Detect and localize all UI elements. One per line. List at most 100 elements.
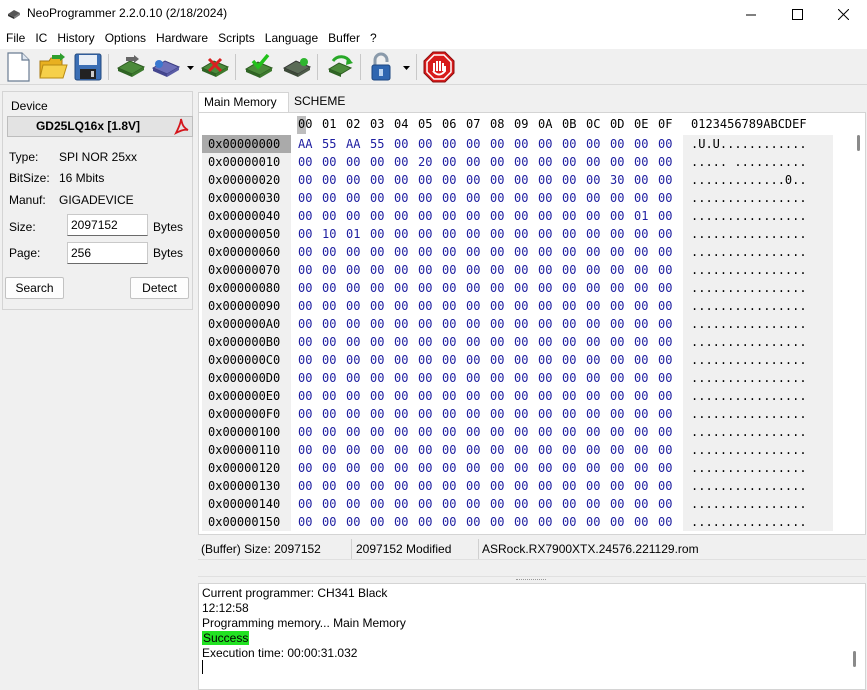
hex-byte[interactable]: 00 [538, 297, 552, 315]
write-options-dropdown[interactable] [186, 63, 195, 73]
hex-byte[interactable]: 00 [466, 351, 480, 369]
new-file-button[interactable] [2, 51, 34, 83]
hex-byte[interactable]: 00 [634, 387, 648, 405]
hex-byte[interactable]: 00 [322, 441, 336, 459]
hex-byte[interactable]: 00 [658, 153, 672, 171]
hex-byte[interactable]: 00 [658, 135, 672, 153]
hex-byte[interactable]: 00 [514, 135, 528, 153]
hex-byte[interactable]: 00 [418, 243, 432, 261]
close-button[interactable] [820, 0, 866, 28]
hex-byte[interactable]: 00 [634, 243, 648, 261]
hex-byte[interactable]: 00 [658, 423, 672, 441]
hex-byte[interactable]: 00 [346, 369, 360, 387]
hex-byte[interactable]: 00 [538, 459, 552, 477]
hex-byte[interactable]: 00 [514, 351, 528, 369]
hex-byte[interactable]: 00 [586, 513, 600, 531]
hex-byte[interactable]: 55 [370, 135, 384, 153]
hex-byte[interactable]: 00 [658, 315, 672, 333]
hex-byte[interactable]: 00 [466, 387, 480, 405]
hex-byte[interactable]: 00 [346, 459, 360, 477]
hex-byte[interactable]: 00 [514, 153, 528, 171]
hex-byte[interactable]: 00 [466, 297, 480, 315]
hex-row[interactable]: 0x00000120 00 00 00 00 00 00 00 00 00 00 00 00 00 00 00… [199, 459, 865, 477]
hex-byte[interactable]: 00 [370, 153, 384, 171]
hex-byte[interactable]: 00 [370, 351, 384, 369]
hex-byte[interactable]: 00 [562, 207, 576, 225]
hex-byte[interactable]: 00 [466, 153, 480, 171]
hex-byte[interactable]: 00 [634, 225, 648, 243]
row-ascii[interactable]: ................ [691, 189, 807, 207]
log-panel[interactable]: Current programmer: CH341 Black 12:12:58… [198, 583, 866, 690]
hex-byte[interactable]: 00 [298, 297, 312, 315]
hex-byte[interactable]: 00 [442, 153, 456, 171]
hex-byte[interactable]: 00 [514, 297, 528, 315]
hex-byte[interactable]: 00 [538, 387, 552, 405]
hex-byte[interactable]: 00 [514, 513, 528, 531]
hex-byte[interactable]: 00 [370, 315, 384, 333]
hex-byte[interactable]: 00 [466, 261, 480, 279]
hex-row[interactable]: 0x00000060 00 00 00 00 00 00 00 00 00 00 00 00 00 00 00… [199, 243, 865, 261]
hex-byte[interactable]: 00 [418, 225, 432, 243]
hex-byte[interactable]: 00 [634, 189, 648, 207]
hex-byte[interactable]: 55 [322, 135, 336, 153]
hex-byte[interactable]: 00 [538, 441, 552, 459]
hex-byte[interactable]: 00 [442, 315, 456, 333]
hex-byte[interactable]: 00 [514, 369, 528, 387]
hex-byte[interactable]: 00 [322, 279, 336, 297]
row-ascii[interactable]: ................ [691, 225, 807, 243]
hex-byte[interactable]: 00 [610, 459, 624, 477]
hex-byte[interactable]: 00 [346, 423, 360, 441]
hex-byte[interactable]: 00 [370, 495, 384, 513]
hex-byte[interactable]: 00 [562, 513, 576, 531]
hex-row[interactable]: 0x00000030 00 00 00 00 00 00 00 00 00 00 00 00 00 00 00… [199, 189, 865, 207]
hex-byte[interactable]: 00 [538, 189, 552, 207]
hex-byte[interactable]: 00 [394, 297, 408, 315]
hex-byte[interactable]: 00 [298, 333, 312, 351]
hex-byte[interactable]: 00 [394, 207, 408, 225]
hex-byte[interactable]: 00 [418, 207, 432, 225]
hex-byte[interactable]: 00 [634, 333, 648, 351]
hex-byte[interactable]: 00 [514, 225, 528, 243]
hex-byte[interactable]: 00 [346, 189, 360, 207]
hex-byte[interactable]: 00 [370, 225, 384, 243]
hex-byte[interactable]: 00 [490, 513, 504, 531]
hex-byte[interactable]: 00 [610, 297, 624, 315]
hex-byte[interactable]: 00 [562, 477, 576, 495]
hex-byte[interactable]: 00 [490, 243, 504, 261]
hex-byte[interactable]: 00 [634, 459, 648, 477]
hex-byte[interactable]: 00 [418, 279, 432, 297]
row-ascii[interactable]: .............0.. [691, 171, 807, 189]
hex-byte[interactable]: 00 [346, 315, 360, 333]
hex-byte[interactable]: 00 [322, 153, 336, 171]
hex-byte[interactable]: 00 [298, 351, 312, 369]
hex-byte[interactable]: 00 [610, 351, 624, 369]
hex-byte[interactable]: 00 [418, 387, 432, 405]
hex-byte[interactable]: 00 [538, 261, 552, 279]
hex-byte[interactable]: 00 [346, 495, 360, 513]
hex-byte[interactable]: 00 [610, 189, 624, 207]
hex-row[interactable]: 0x000000A0 00 00 00 00 00 00 00 00 00 00 00 00 00 00 00… [199, 315, 865, 333]
hex-byte[interactable]: 00 [490, 153, 504, 171]
hex-row[interactable]: 0x00000150 00 00 00 00 00 00 00 00 00 00 00 00 00 00 00… [199, 513, 865, 531]
hex-byte[interactable]: 00 [418, 369, 432, 387]
hex-byte[interactable]: 00 [298, 441, 312, 459]
save-file-button[interactable] [72, 51, 104, 83]
hex-byte[interactable]: 00 [586, 297, 600, 315]
hex-byte[interactable]: 00 [586, 369, 600, 387]
hex-byte[interactable]: 00 [634, 495, 648, 513]
detect-button[interactable]: Detect [130, 277, 189, 299]
hex-byte[interactable]: 00 [658, 387, 672, 405]
hex-byte[interactable]: 00 [538, 279, 552, 297]
hex-byte[interactable]: 00 [394, 261, 408, 279]
hex-byte[interactable]: 00 [346, 153, 360, 171]
tab-scheme[interactable]: SCHEME [289, 92, 345, 112]
erase-chip-button[interactable] [199, 51, 231, 83]
hex-row[interactable]: 0x00000020 00 00 00 00 00 00 00 00 00 00 00 00 00 30 00… [199, 171, 865, 189]
hex-byte[interactable]: 00 [298, 423, 312, 441]
hex-byte[interactable]: 00 [442, 351, 456, 369]
hex-byte[interactable]: 00 [514, 279, 528, 297]
hex-byte[interactable]: 00 [466, 243, 480, 261]
pdf-datasheet-icon[interactable] [174, 118, 190, 135]
hex-byte[interactable]: 00 [658, 261, 672, 279]
hex-byte[interactable]: 00 [394, 333, 408, 351]
